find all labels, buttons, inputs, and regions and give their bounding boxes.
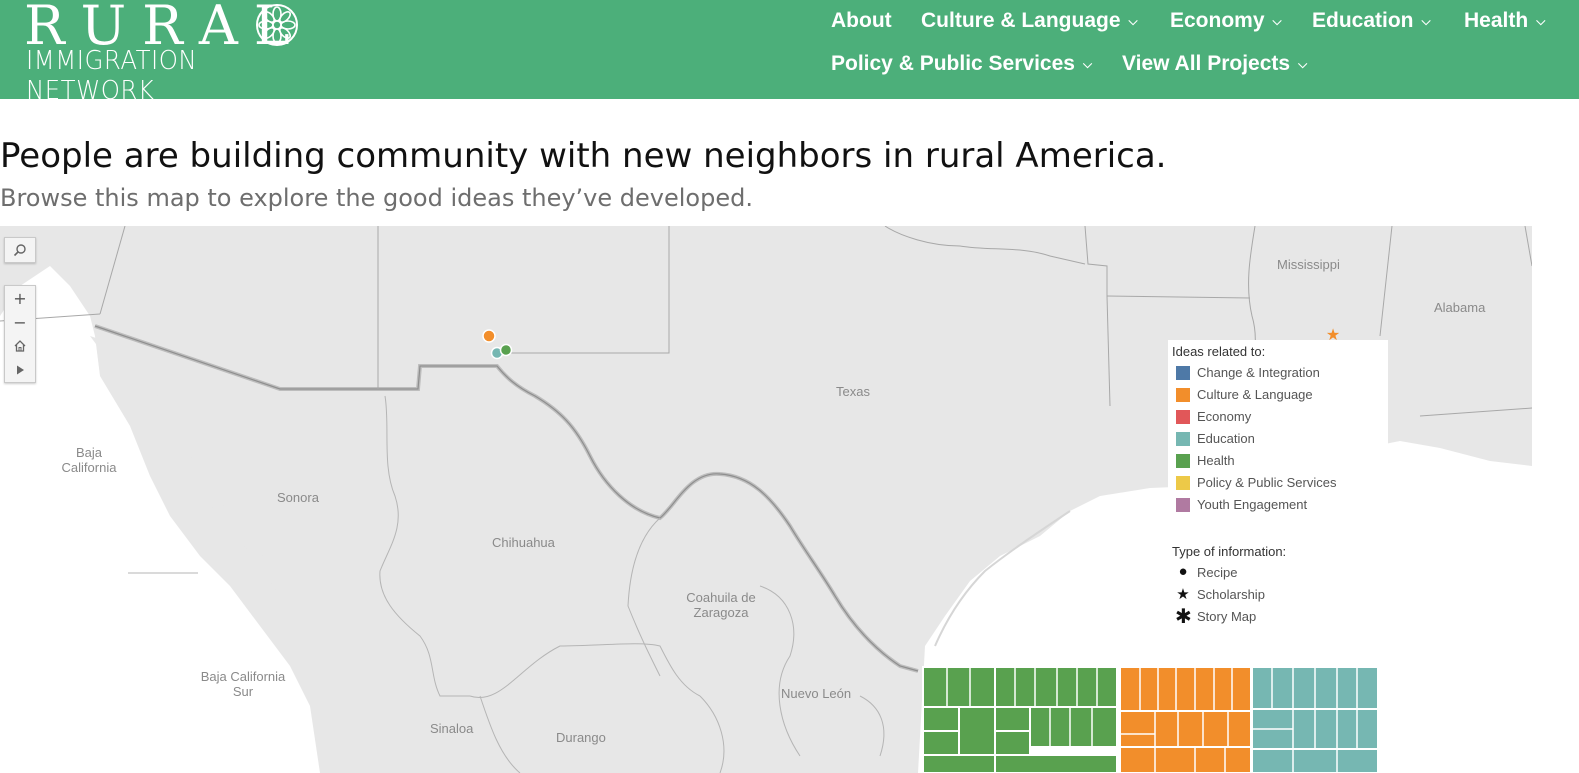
nav-policy-label: Policy & Public Services	[831, 52, 1075, 75]
legend-item[interactable]: Change & Integration	[1168, 362, 1388, 384]
map-search-control[interactable]	[4, 237, 36, 263]
main-nav: About Culture & Language ⌵ Economy ⌵ Educa…	[0, 0, 1579, 99]
type-legend: Type of information: ● Recipe ★ Scholarshi…	[1168, 540, 1388, 628]
map-label-sonora: Sonora	[277, 490, 319, 505]
nav-policy-public-services[interactable]: Policy & Public Services ⌵	[831, 52, 1092, 76]
project-map[interactable]: ★ Mississippi Alabama Texas Baja Califor…	[0, 226, 1532, 773]
legend-label: Culture & Language	[1197, 387, 1313, 402]
chevron-down-icon: ⌵	[1082, 57, 1093, 72]
chevron-down-icon: ⌵	[1298, 57, 1308, 72]
site-header: RURAL IMMIGRATION NETWORK About Culture …	[0, 0, 1579, 106]
map-zoom-controls: + −	[4, 285, 36, 383]
legend-swatch	[1176, 388, 1190, 402]
type-legend-title: Type of information:	[1172, 544, 1287, 559]
zoom-out-button[interactable]: −	[5, 310, 35, 334]
chevron-down-icon: ⌵	[1421, 14, 1431, 29]
legend-label: Economy	[1197, 409, 1252, 424]
category-legend: Ideas related to: Change & Integration C…	[1168, 340, 1388, 528]
play-icon[interactable]	[5, 358, 35, 382]
type-legend-label: Recipe	[1197, 565, 1238, 580]
nav-education[interactable]: Education ⌵	[1312, 9, 1431, 33]
home-icon[interactable]	[5, 334, 35, 358]
map-label-alabama: Alabama	[1434, 300, 1486, 315]
type-legend-item[interactable]: ★ Scholarship	[1168, 584, 1388, 606]
nav-view-all-label: View All Projects	[1122, 52, 1291, 75]
map-label-baja-california: Baja California	[61, 445, 117, 475]
map-label-sinaloa: Sinaloa	[430, 721, 474, 736]
nav-health[interactable]: Health ⌵	[1464, 9, 1545, 33]
map-label-durango: Durango	[556, 730, 606, 745]
map-label-texas: Texas	[836, 384, 870, 399]
legend-label: Education	[1197, 431, 1255, 446]
nav-culture-language[interactable]: Culture & Language ⌵	[921, 9, 1138, 33]
search-icon[interactable]	[5, 238, 35, 262]
map-label-chihuahua: Chihuahua	[492, 535, 555, 550]
legend-item[interactable]: Education	[1168, 428, 1388, 450]
circle-icon: ●	[1178, 563, 1188, 580]
map-label-nuevo-leon: Nuevo León	[781, 686, 852, 701]
legend-swatch	[1176, 366, 1190, 380]
legend-item[interactable]: Policy & Public Services	[1168, 472, 1388, 494]
legend-item[interactable]: Culture & Language	[1168, 384, 1388, 406]
nav-view-all-projects[interactable]: View All Projects ⌵	[1122, 52, 1307, 76]
legend-swatch	[1176, 410, 1190, 424]
legend-item[interactable]: Health	[1168, 450, 1388, 472]
legend-label: Youth Engagement	[1197, 497, 1308, 512]
page-headline: People are building community with new n…	[0, 136, 1167, 176]
chevron-down-icon: ⌵	[1272, 14, 1282, 29]
nav-education-label: Education	[1312, 9, 1414, 32]
type-legend-item[interactable]: ● Recipe	[1168, 562, 1388, 584]
asterisk-icon: ✱	[1175, 606, 1192, 628]
legend-item[interactable]: Youth Engagement	[1168, 494, 1388, 516]
legend-swatch	[1176, 454, 1190, 468]
type-legend-item[interactable]: ✱ Story Map	[1168, 606, 1388, 628]
nav-culture-language-label: Culture & Language	[921, 9, 1121, 32]
chevron-down-icon: ⌵	[1128, 14, 1138, 29]
legend-swatch	[1176, 476, 1190, 490]
legend-swatch	[1176, 432, 1190, 446]
nav-about-label: About	[831, 9, 892, 32]
nav-about[interactable]: About	[831, 9, 892, 33]
type-legend-label: Scholarship	[1197, 587, 1265, 602]
page-subheadline: Browse this map to explore the good idea…	[0, 184, 753, 212]
legend-swatch	[1176, 498, 1190, 512]
legend-label: Policy & Public Services	[1197, 475, 1337, 490]
map-label-coahuila: Coahuila de Zaragoza	[686, 590, 756, 620]
star-icon: ★	[1176, 586, 1190, 603]
chevron-down-icon: ⌵	[1536, 14, 1546, 29]
map-label-mississippi: Mississippi	[1277, 257, 1340, 272]
map-label-baja-california-sur: Baja California Sur	[200, 669, 286, 699]
nav-economy[interactable]: Economy ⌵	[1170, 9, 1282, 33]
type-legend-label: Story Map	[1197, 609, 1257, 624]
nav-economy-label: Economy	[1170, 9, 1265, 32]
nav-health-label: Health	[1464, 9, 1529, 32]
legend-item[interactable]: Economy	[1168, 406, 1388, 428]
legend-label: Health	[1197, 453, 1235, 468]
legend-label: Change & Integration	[1197, 365, 1320, 380]
zoom-in-button[interactable]: +	[5, 286, 35, 310]
legend-title: Ideas related to:	[1172, 344, 1266, 359]
